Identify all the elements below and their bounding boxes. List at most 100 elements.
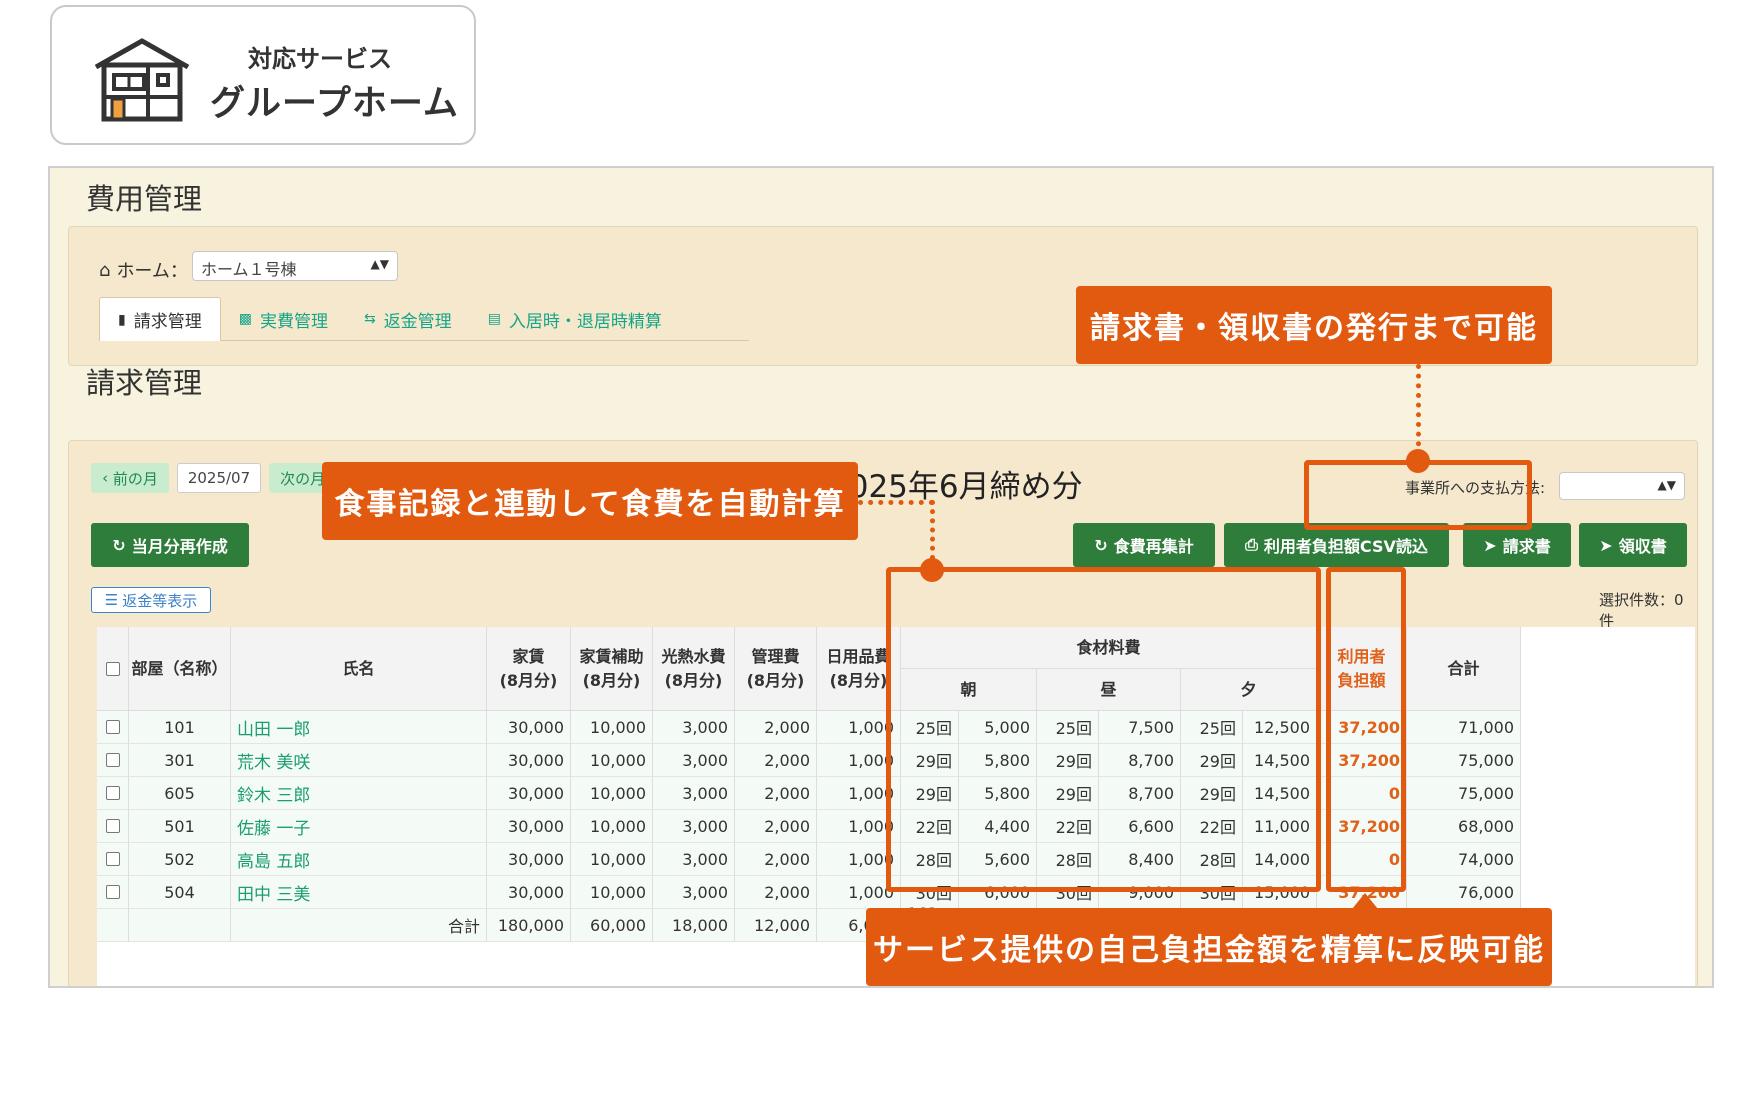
section-title: 請求管理 [86,366,203,400]
select-arrow-icon: ▲▼ [370,257,389,271]
rent-cell: 30,000 [487,843,571,876]
room-cell: 605 [129,777,231,810]
subsidy-cell: 10,000 [571,843,653,876]
header-name: 氏名 [231,627,487,711]
select-arrow-icon: ▲▼ [1657,478,1676,492]
total-cell: 68,000 [1407,810,1521,843]
subsidy-cell: 10,000 [571,876,653,909]
meal-callout: 食事記録と連動して食費を自動計算 [322,462,858,540]
list-icon: ☰ [104,591,119,609]
row-checkbox[interactable] [105,819,120,833]
row-checkbox[interactable] [105,720,120,734]
room-cell: 504 [129,876,231,909]
header-select-all [97,627,129,711]
total-subsidy: 60,000 [571,909,653,942]
meal-recalc-button[interactable]: ↻ 食費再集計 [1073,523,1215,567]
tab-bar: ▮ 請求管理 ▩ 実費管理 ⇆ 返金管理 ▤ 入居時・退居時精算 [99,297,749,341]
inbox-icon: ▩ [238,311,252,327]
total-cell: 75,000 [1407,777,1521,810]
rent-cell: 30,000 [487,744,571,777]
house-icon [94,38,190,122]
utilities-cell: 3,000 [653,810,735,843]
room-cell: 101 [129,711,231,744]
totals-label: 合計 [231,909,487,942]
meal-connector-v [930,500,935,560]
tab-move-settlement[interactable]: ▤ 入居時・退居時精算 [470,297,680,341]
header-rent: 家賃 (8月分) [487,627,571,711]
resident-name-link[interactable]: 田中 三美 [231,876,487,909]
utilities-cell: 3,000 [653,876,735,909]
row-checkbox-cell [97,777,129,810]
refund-toggle-button[interactable]: ☰ 返金等表示 [91,587,211,613]
service-subtitle: 対応サービス [248,45,392,73]
row-checkbox[interactable] [105,753,120,767]
utilities-cell: 3,000 [653,711,735,744]
utilities-cell: 3,000 [653,843,735,876]
home-label: ⌂ ホーム： [99,259,188,283]
utilities-cell: 3,000 [653,744,735,777]
month-input[interactable]: 2025/07 [177,463,261,493]
mgmt-cell: 2,000 [735,810,817,843]
invoice-connector [1416,364,1421,456]
document-icon: ▮ [118,311,126,328]
subsidy-cell: 10,000 [571,711,653,744]
rent-cell: 30,000 [487,810,571,843]
row-checkbox-cell [97,843,129,876]
room-cell: 501 [129,810,231,843]
prev-month-button[interactable]: ‹ 前の月 [91,463,169,493]
invoice-connector-dot [1406,449,1430,473]
receipt-button[interactable]: ➤ 領収書 [1579,523,1687,567]
header-room: 部屋（名称） [129,627,231,711]
row-checkbox[interactable] [105,852,120,866]
meal-connector-h [858,500,934,505]
select-all-checkbox[interactable] [105,661,120,676]
refresh-icon: ↻ [1094,535,1108,555]
room-cell: 301 [129,744,231,777]
total-rent: 180,000 [487,909,571,942]
row-checkbox-cell [97,744,129,777]
total-cell: 74,000 [1407,843,1521,876]
rent-cell: 30,000 [487,711,571,744]
resident-name-link[interactable]: 山田 一郎 [231,711,487,744]
header-total: 合計 [1407,627,1521,711]
home-icon: ⌂ [99,259,111,281]
subsidy-cell: 10,000 [571,744,653,777]
burden-connector-pointer [1352,893,1378,909]
tab-actual-expenses[interactable]: ▩ 実費管理 [221,297,346,341]
tab-billing[interactable]: ▮ 請求管理 [99,297,221,341]
total-mgmt: 12,000 [735,909,817,942]
row-checkbox[interactable] [105,786,120,800]
burden-highlight [1326,567,1406,892]
rent-cell: 30,000 [487,876,571,909]
resident-name-link[interactable]: 佐藤 一子 [231,810,487,843]
row-checkbox[interactable] [105,885,120,899]
resident-name-link[interactable]: 鈴木 三郎 [231,777,487,810]
tab-refunds[interactable]: ⇆ 返金管理 [346,297,470,341]
subsidy-cell: 10,000 [571,810,653,843]
burden-callout: サービス提供の自己負担金額を精算に反映可能 [866,908,1552,986]
file-import-icon: ⎙ [1245,535,1258,554]
resident-name-link[interactable]: 高島 五郎 [231,843,487,876]
meal-connector-dot [920,558,944,582]
truck-icon: ▤ [487,311,501,327]
mgmt-cell: 2,000 [735,843,817,876]
send-icon: ➤ [1483,535,1497,555]
rent-cell: 30,000 [487,777,571,810]
mgmt-cell: 2,000 [735,876,817,909]
totals-blank [129,909,231,942]
retweet-icon: ⇆ [363,311,376,327]
header-rent-subsidy: 家賃補助 (8月分) [571,627,653,711]
page-title: 費用管理 [86,182,203,216]
home-select[interactable]: ホーム１号棟 ▲▼ [192,251,398,281]
mgmt-cell: 2,000 [735,711,817,744]
service-title: グループホーム [210,84,459,124]
header-management: 管理費 (8月分) [735,627,817,711]
row-checkbox-cell [97,711,129,744]
total-cell: 71,000 [1407,711,1521,744]
totals-blank [97,909,129,942]
row-checkbox-cell [97,876,129,909]
mgmt-cell: 2,000 [735,744,817,777]
payment-method-select[interactable]: ▲▼ [1559,472,1685,500]
recreate-month-button[interactable]: ↻ 当月分再作成 [91,523,249,567]
resident-name-link[interactable]: 荒木 美咲 [231,744,487,777]
